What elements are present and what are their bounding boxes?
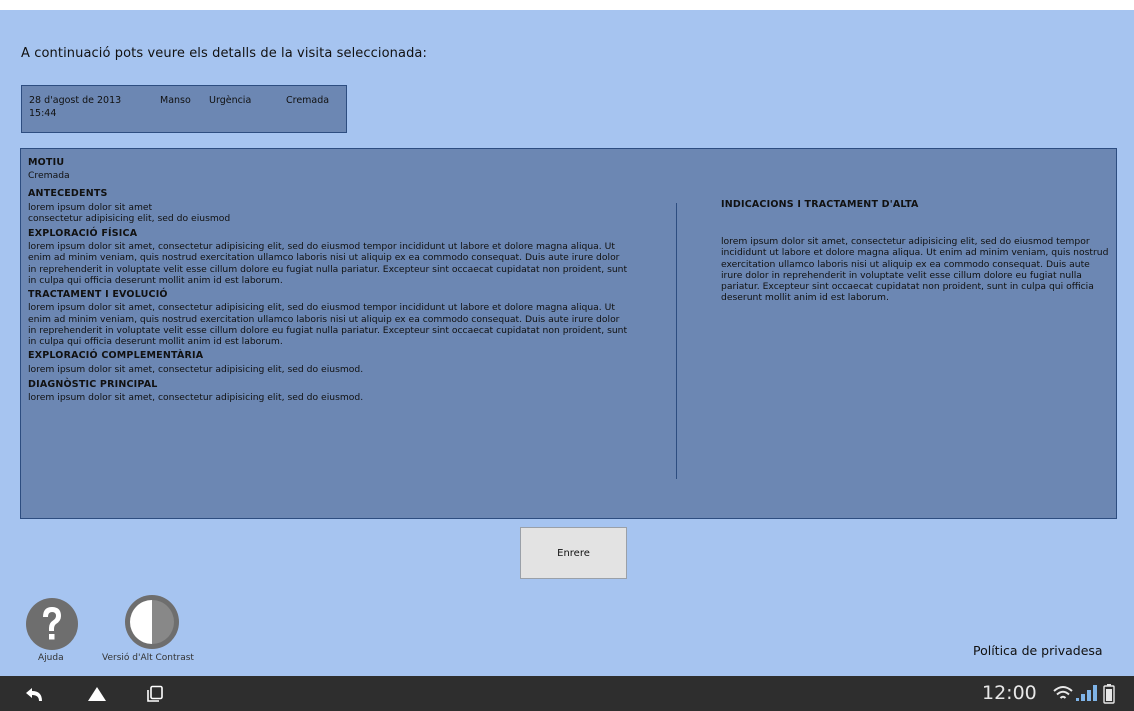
wifi-icon	[1053, 686, 1073, 699]
visit-details-panel: MOTIU Cremada ANTECEDENTS lorem ipsum do…	[20, 148, 1117, 519]
high-contrast-label: Versió d'Alt Contrast	[102, 653, 194, 663]
antecedents-heading: ANTECEDENTS	[28, 188, 108, 200]
home-icon	[88, 686, 106, 701]
status-clock: 12:00	[982, 682, 1037, 704]
exploracio-fisica-heading: EXPLORACIÓ FÍSICA	[28, 228, 138, 240]
visit-type: Urgència	[209, 95, 252, 106]
visit-time: 15:44	[29, 108, 57, 119]
diagnostic-principal-text: lorem ipsum dolor sit amet, consectetur …	[28, 392, 364, 404]
contrast-icon	[125, 595, 179, 649]
privacy-policy-link[interactable]: Política de privadesa	[973, 643, 1103, 658]
column-divider	[676, 203, 677, 479]
nav-home-button[interactable]	[82, 676, 112, 711]
motiu-heading: MOTIU	[28, 157, 65, 168]
signal-icon	[1076, 685, 1097, 701]
nav-back-button[interactable]	[20, 676, 50, 711]
visit-doctor: Manso	[160, 95, 191, 106]
exploracio-fisica-text: lorem ipsum dolor sit amet, consectetur …	[28, 241, 628, 286]
system-nav-bar: 12:00	[0, 676, 1134, 711]
back-button[interactable]: Enrere	[520, 527, 627, 579]
antecedents-line-2: consectetur adipisicing elit, sed do eiu…	[28, 212, 231, 224]
antecedents-line-1: lorem ipsum dolor sit amet	[28, 201, 153, 213]
battery-icon	[1103, 684, 1115, 704]
back-icon	[26, 687, 42, 701]
top-strip	[0, 0, 1134, 10]
visit-summary: 28 d'agost de 2013 15:44 Manso Urgència …	[21, 85, 347, 133]
nav-recent-apps-button[interactable]	[140, 676, 170, 711]
details-left-column: MOTIU Cremada ANTECEDENTS lorem ipsum do…	[28, 157, 628, 403]
help-label: Ajuda	[38, 653, 64, 663]
high-contrast-button[interactable]	[124, 594, 180, 650]
help-button[interactable]	[25, 597, 79, 651]
tractament-evolucio-heading: TRACTAMENT I EVOLUCIÓ	[28, 289, 168, 301]
exploracio-complementaria-text: lorem ipsum dolor sit amet, consectetur …	[28, 363, 364, 375]
tractament-evolucio-text: lorem ipsum dolor sit amet, consectetur …	[28, 302, 628, 347]
motiu-text: Cremada	[28, 170, 70, 182]
visit-reason: Cremada	[286, 95, 330, 106]
indicacions-heading: INDICACIONS I TRACTAMENT D'ALTA	[721, 199, 919, 210]
details-right-column: INDICACIONS I TRACTAMENT D'ALTA lorem ip…	[721, 199, 1111, 303]
page-title: A continuació pots veure els detalls de …	[21, 46, 427, 61]
visit-date: 28 d'agost de 2013	[29, 95, 122, 106]
exploracio-complementaria-heading: EXPLORACIÓ COMPLEMENTÀRIA	[28, 350, 204, 362]
indicacions-text: lorem ipsum dolor sit amet, consectetur …	[721, 236, 1109, 304]
help-question-icon	[26, 598, 78, 650]
diagnostic-principal-heading: DIAGNÒSTIC PRINCIPAL	[28, 378, 158, 390]
recent-apps-icon	[147, 685, 163, 702]
